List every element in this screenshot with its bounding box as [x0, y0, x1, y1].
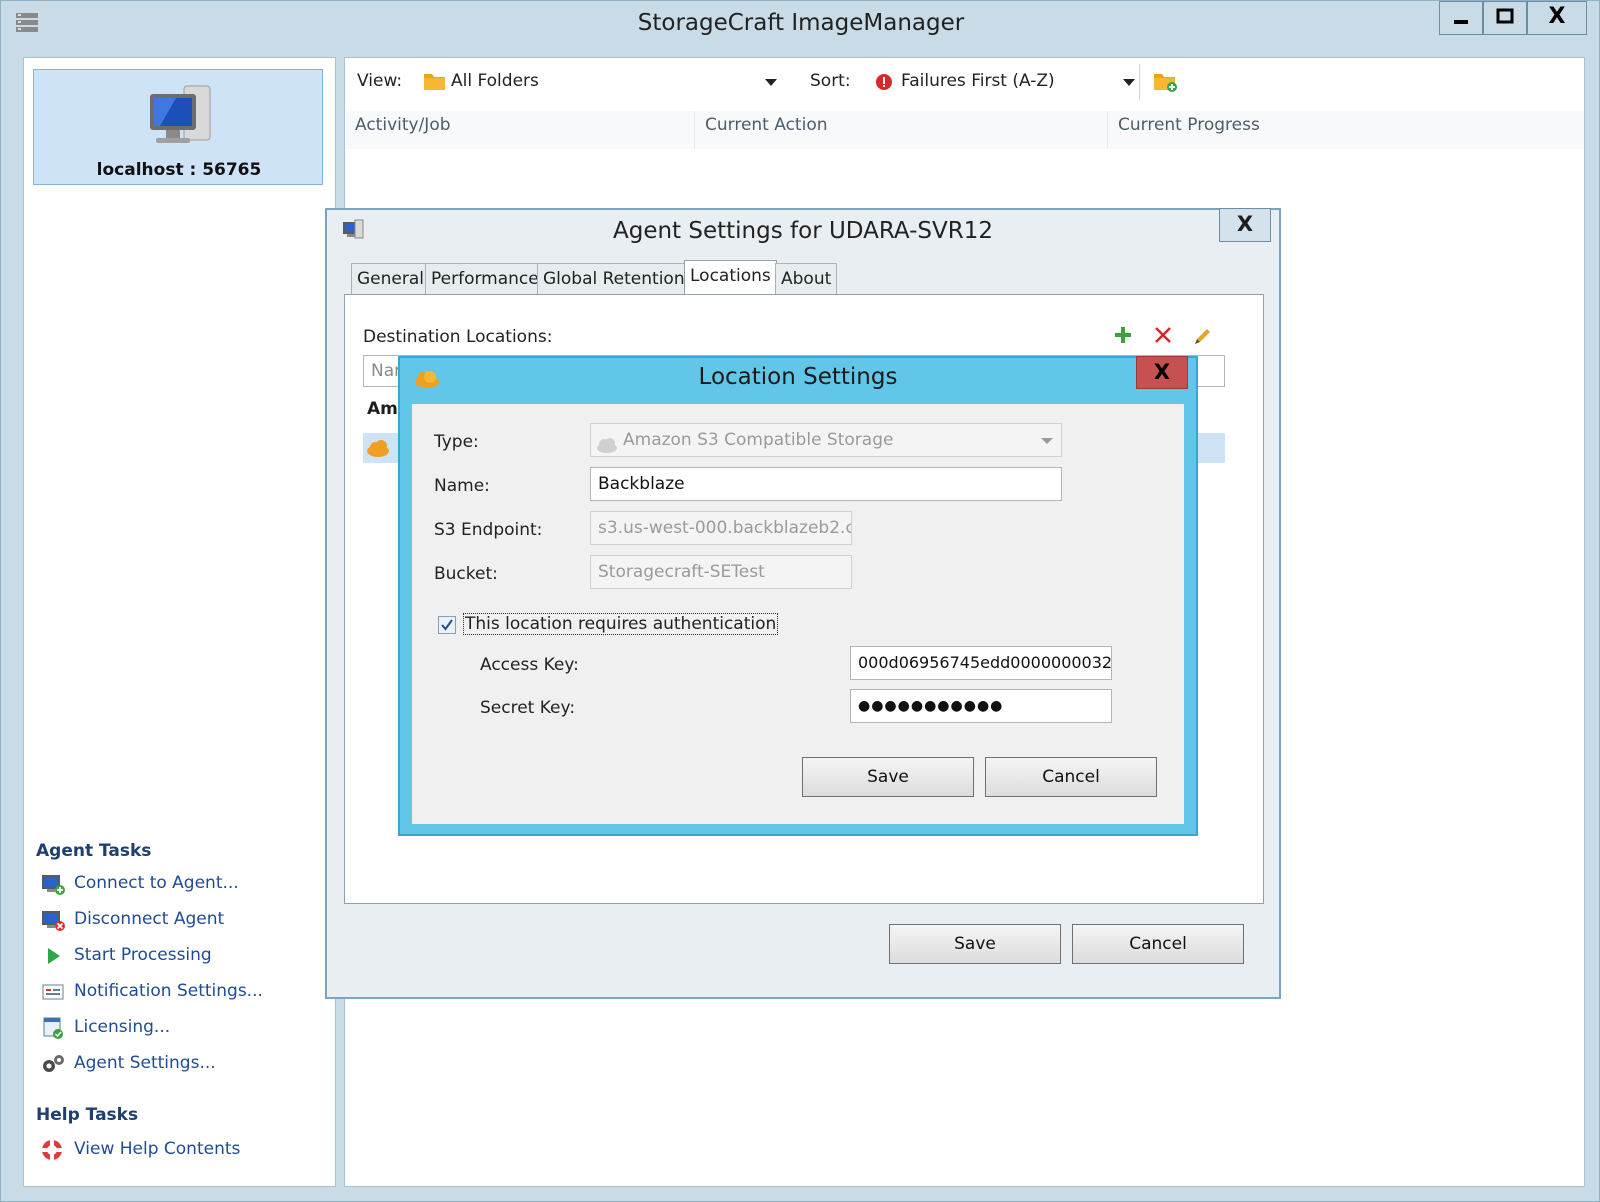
computer-icon	[146, 80, 222, 155]
licensing-icon	[40, 1016, 66, 1040]
checkmark-icon	[441, 619, 453, 631]
name-label: Name:	[434, 476, 490, 496]
gears-icon	[40, 1052, 66, 1076]
s3-endpoint-label: S3 Endpoint:	[434, 520, 543, 540]
secret-key-label: Secret Key:	[480, 698, 576, 718]
connect-agent-icon	[40, 872, 66, 896]
agent-dialog-cancel-button[interactable]: Cancel	[1072, 924, 1244, 964]
access-key-input[interactable]: 000d06956745edd0000000032	[850, 646, 1112, 680]
sort-dropdown[interactable]: Failures First (A-Z)	[875, 64, 1137, 100]
help-lifebuoy-icon	[40, 1138, 66, 1162]
column-header-current-progress[interactable]: Current Progress	[1108, 111, 1584, 149]
window-title: StorageCraft ImageManager	[637, 10, 965, 36]
toolbar-divider	[1139, 64, 1140, 100]
sort-value: Failures First (A-Z)	[901, 71, 1055, 91]
maximize-button[interactable]	[1483, 1, 1527, 35]
s3-endpoint-input: s3.us-west-000.backblazeb2.co	[590, 511, 852, 545]
agent-tile[interactable]: localhost : 56765	[33, 69, 323, 185]
auth-checkbox-label[interactable]: This location requires authentication	[463, 613, 779, 635]
add-folder-icon[interactable]	[1153, 70, 1179, 99]
tab-locations[interactable]: Locations	[684, 260, 777, 295]
title-bar: StorageCraft ImageManager X	[1, 1, 1600, 47]
connect-agent-link[interactable]: Connect to Agent...	[74, 873, 239, 893]
column-header-activity[interactable]: Activity/Job	[345, 111, 695, 149]
location-dialog-close-button[interactable]: X	[1136, 356, 1188, 389]
maximize-icon	[1496, 8, 1514, 24]
licensing-link[interactable]: Licensing...	[74, 1017, 170, 1037]
bucket-label: Bucket:	[434, 564, 498, 584]
play-icon	[40, 944, 66, 968]
cloud-icon	[365, 438, 391, 463]
left-panel: localhost : 56765 Agent Tasks Connect to…	[23, 57, 336, 1187]
agent-settings-link[interactable]: Agent Settings...	[74, 1053, 216, 1073]
main-window: StorageCraft ImageManager X localhost : …	[0, 0, 1600, 1202]
chevron-down-icon	[1041, 438, 1053, 444]
agent-label: localhost : 56765	[96, 160, 262, 180]
minimize-icon	[1454, 20, 1468, 24]
view-help-link[interactable]: View Help Contents	[74, 1139, 240, 1159]
bucket-input: Storagecraft-SETest	[590, 555, 852, 589]
notification-icon	[40, 980, 66, 1004]
tab-about[interactable]: About	[775, 263, 838, 295]
view-label: View:	[357, 71, 403, 91]
location-dialog-title: Location Settings	[698, 364, 898, 390]
notification-settings-link[interactable]: Notification Settings...	[74, 981, 263, 1001]
location-dialog-body: Type: Amazon S3 Compatible Storage Name:…	[412, 404, 1184, 824]
agent-tasks-heading: Agent Tasks	[36, 841, 152, 861]
location-save-button[interactable]: Save	[802, 757, 974, 797]
type-label: Type:	[434, 432, 479, 452]
checkbox-box	[438, 616, 456, 634]
sort-label: Sort:	[810, 71, 851, 91]
minimize-button[interactable]	[1439, 1, 1483, 35]
view-value: All Folders	[451, 71, 539, 91]
tab-general[interactable]: General	[351, 263, 430, 295]
start-processing-link[interactable]: Start Processing	[74, 945, 212, 965]
name-input[interactable]: Backblaze	[590, 467, 1062, 501]
access-key-label: Access Key:	[480, 655, 579, 675]
location-settings-dialog: Location Settings X Type: Amazon S3 Comp…	[398, 356, 1198, 836]
error-icon	[875, 73, 893, 96]
view-dropdown[interactable]: All Folders	[423, 64, 783, 100]
agent-dialog-title: Agent Settings for UDARA-SVR12	[612, 218, 993, 244]
delete-icon[interactable]	[1153, 325, 1173, 350]
folder-icon	[423, 70, 447, 97]
agent-dialog-close-button[interactable]: X	[1219, 208, 1271, 242]
secret-key-input[interactable]: ●●●●●●●●●●●	[850, 689, 1112, 723]
cloud-icon	[595, 432, 619, 456]
close-button[interactable]: X	[1527, 1, 1587, 35]
add-icon[interactable]	[1113, 325, 1133, 350]
agent-dialog-save-button[interactable]: Save	[889, 924, 1061, 964]
disconnect-agent-link[interactable]: Disconnect Agent	[74, 909, 224, 929]
tab-global-retention[interactable]: Global Retention	[537, 263, 691, 295]
chevron-down-icon	[765, 79, 777, 86]
column-header-current-action[interactable]: Current Action	[695, 111, 1108, 149]
chevron-down-icon	[1123, 79, 1135, 86]
type-value: Amazon S3 Compatible Storage	[623, 430, 894, 450]
help-tasks-heading: Help Tasks	[36, 1105, 139, 1125]
type-select: Amazon S3 Compatible Storage	[590, 423, 1062, 457]
tab-performance[interactable]: Performance	[425, 263, 545, 295]
location-cancel-button[interactable]: Cancel	[985, 757, 1157, 797]
auth-checkbox[interactable]	[438, 616, 456, 634]
disconnect-agent-icon	[40, 908, 66, 932]
destination-locations-label: Destination Locations:	[363, 327, 553, 347]
edit-pencil-icon[interactable]	[1193, 325, 1213, 350]
